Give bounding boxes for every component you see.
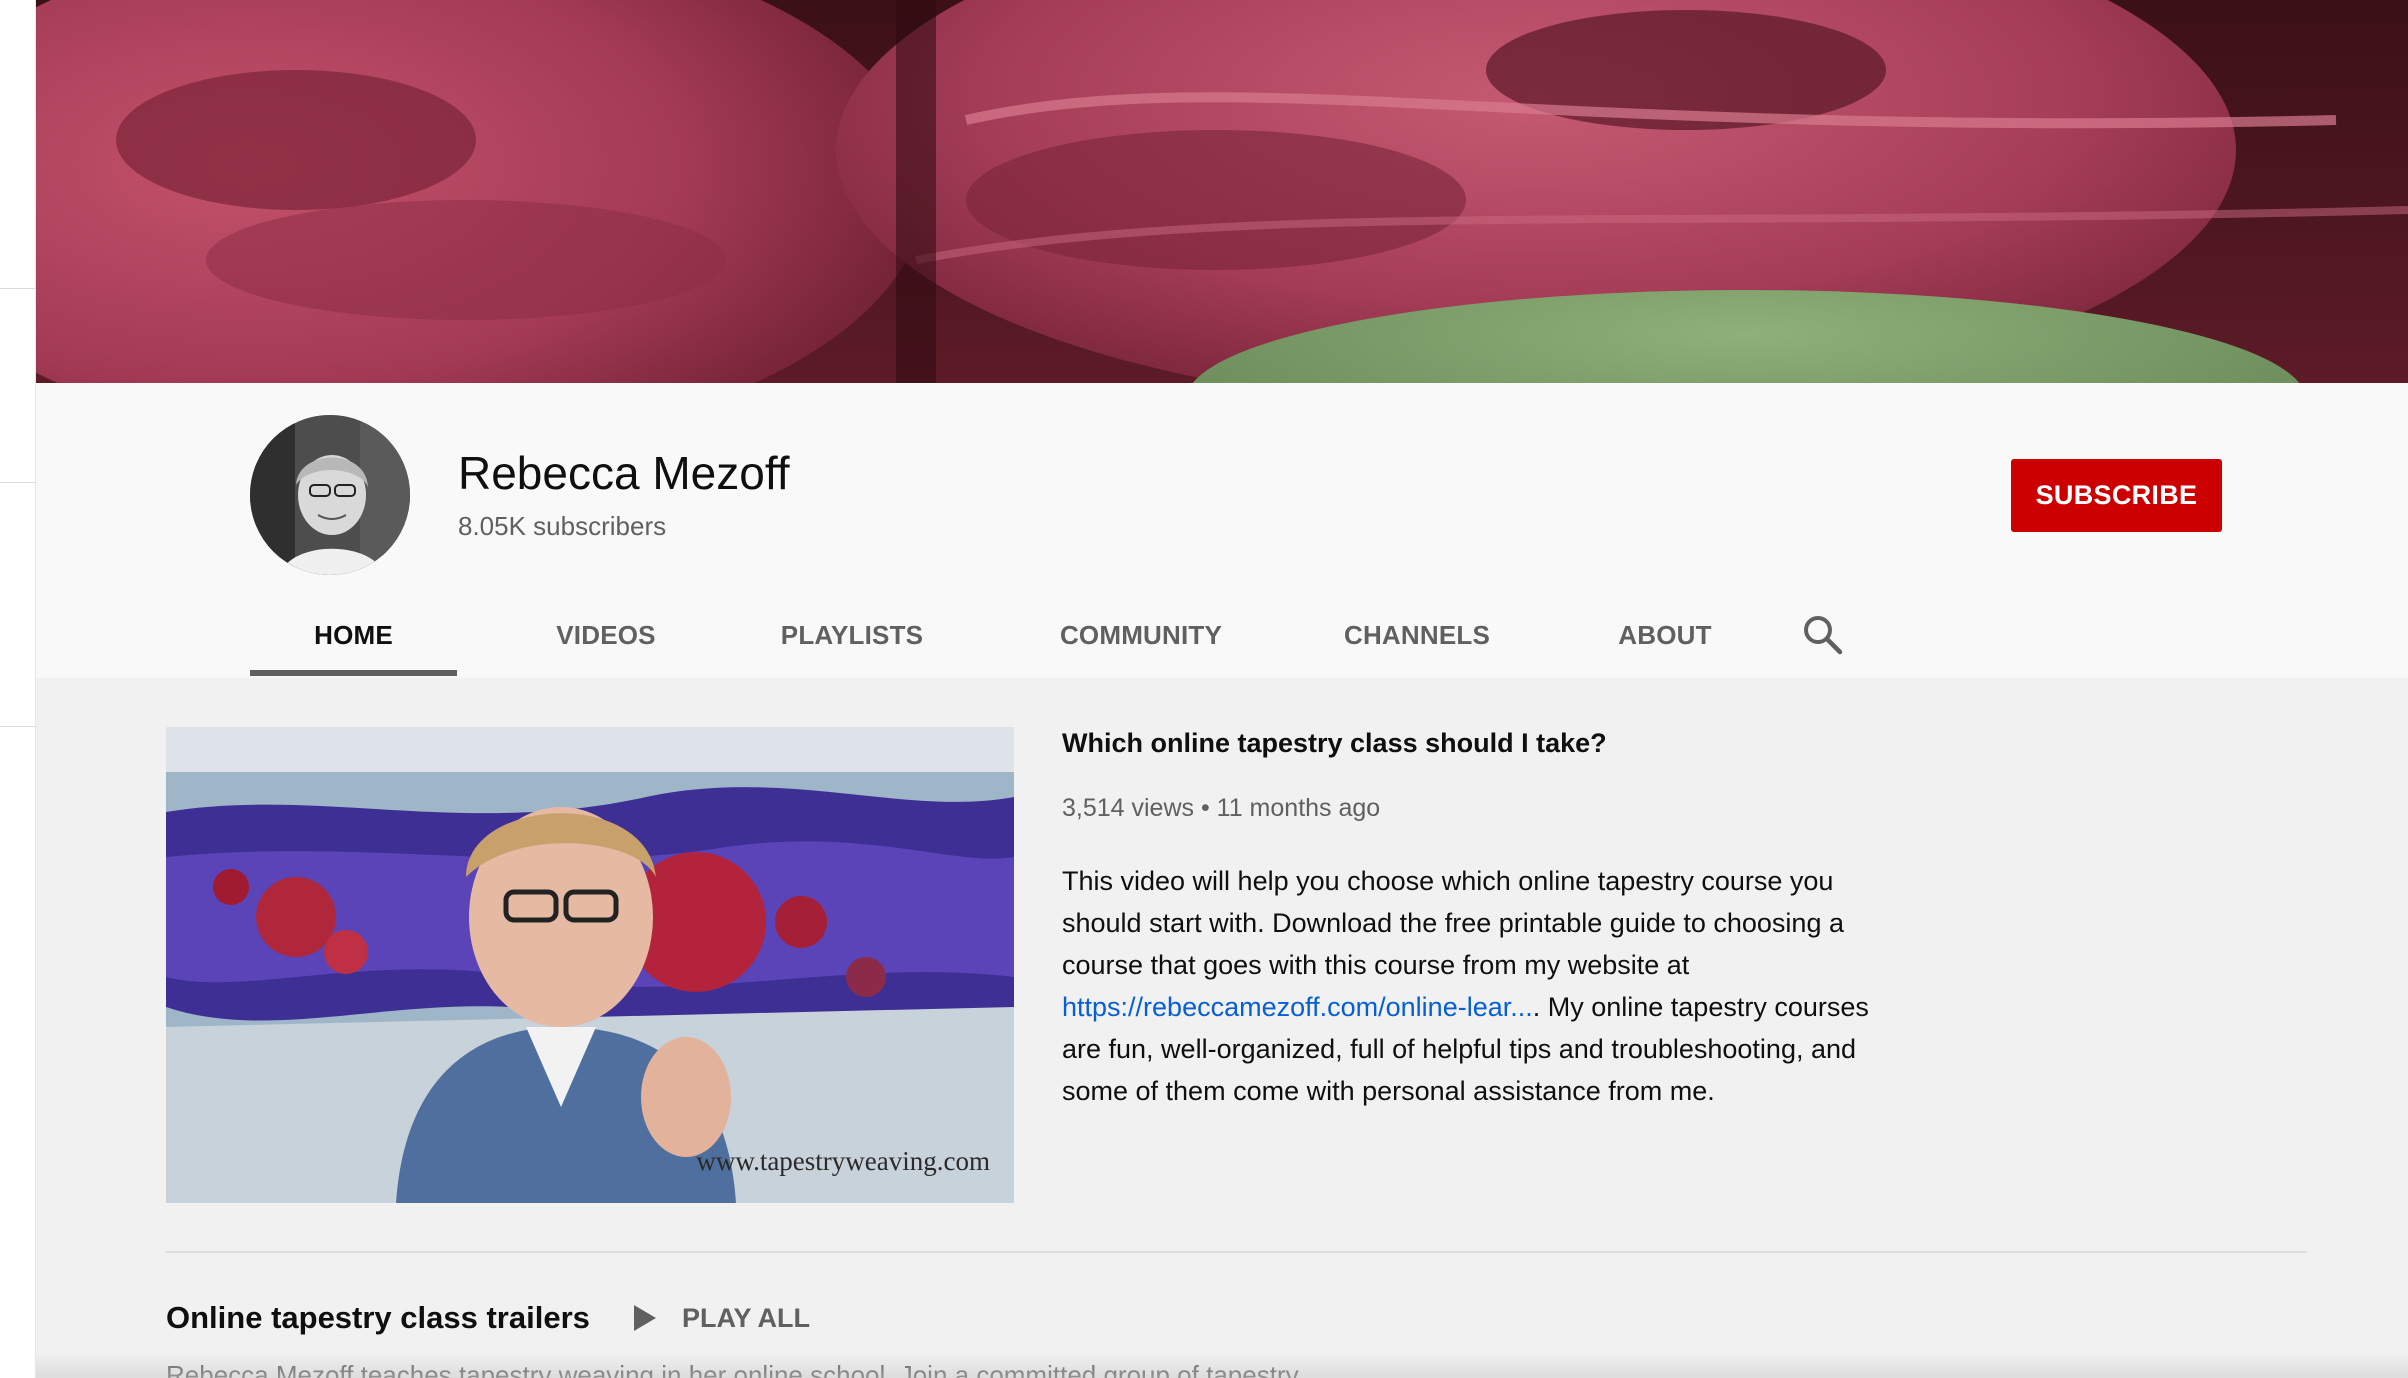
tab-about[interactable]: ABOUT — [1576, 593, 1754, 678]
tab-channels[interactable]: CHANNELS — [1300, 593, 1534, 678]
description-text: This video will help you choose which on… — [1062, 866, 1844, 980]
section-divider — [166, 1251, 2306, 1253]
shelf-title[interactable]: Online tapestry class trailers — [166, 1300, 590, 1336]
shelf-description: Rebecca Mezoff teaches tapestry weaving … — [166, 1360, 1299, 1378]
tab-playlists[interactable]: PLAYLISTS — [746, 593, 958, 678]
channel-banner — [36, 0, 2408, 383]
channel-tabs: HOME VIDEOS PLAYLISTS COMMUNITY CHANNELS… — [36, 593, 2408, 678]
thumbnail-watermark: www.tapestryweaving.com — [696, 1146, 990, 1176]
youtube-channel-page: Rebecca Mezoff 8.05K subscribers SUBSCRI… — [0, 0, 2408, 1378]
tab-videos[interactable]: VIDEOS — [522, 593, 690, 678]
tab-home[interactable]: HOME — [250, 593, 457, 678]
play-icon — [632, 1303, 658, 1333]
channel-avatar[interactable] — [250, 415, 410, 575]
featured-video-thumbnail[interactable]: www.tapestryweaving.com — [166, 727, 1014, 1203]
search-icon[interactable] — [1801, 613, 1845, 657]
featured-video-title[interactable]: Which online tapestry class should I tak… — [1062, 728, 1607, 759]
home-content: www.tapestryweaving.com Which online tap… — [36, 678, 2408, 1378]
featured-video-meta: 3,514 views • 11 months ago — [1062, 794, 1381, 822]
play-all-button[interactable]: PLAY ALL — [632, 1298, 810, 1338]
description-link[interactable]: https://rebeccamezoff.com/online-lear... — [1062, 992, 1533, 1022]
tab-community[interactable]: COMMUNITY — [1008, 593, 1274, 678]
left-sidebar-edge — [0, 0, 36, 1378]
channel-header: Rebecca Mezoff 8.05K subscribers SUBSCRI… — [36, 383, 2408, 678]
subscribe-button[interactable]: SUBSCRIBE — [2011, 459, 2222, 532]
active-tab-indicator — [250, 670, 457, 676]
play-all-label: PLAY ALL — [682, 1302, 811, 1333]
subscriber-count: 8.05K subscribers — [458, 511, 667, 541]
featured-video-description: This video will help you choose which on… — [1062, 860, 1882, 1112]
channel-name: Rebecca Mezoff — [458, 447, 790, 499]
